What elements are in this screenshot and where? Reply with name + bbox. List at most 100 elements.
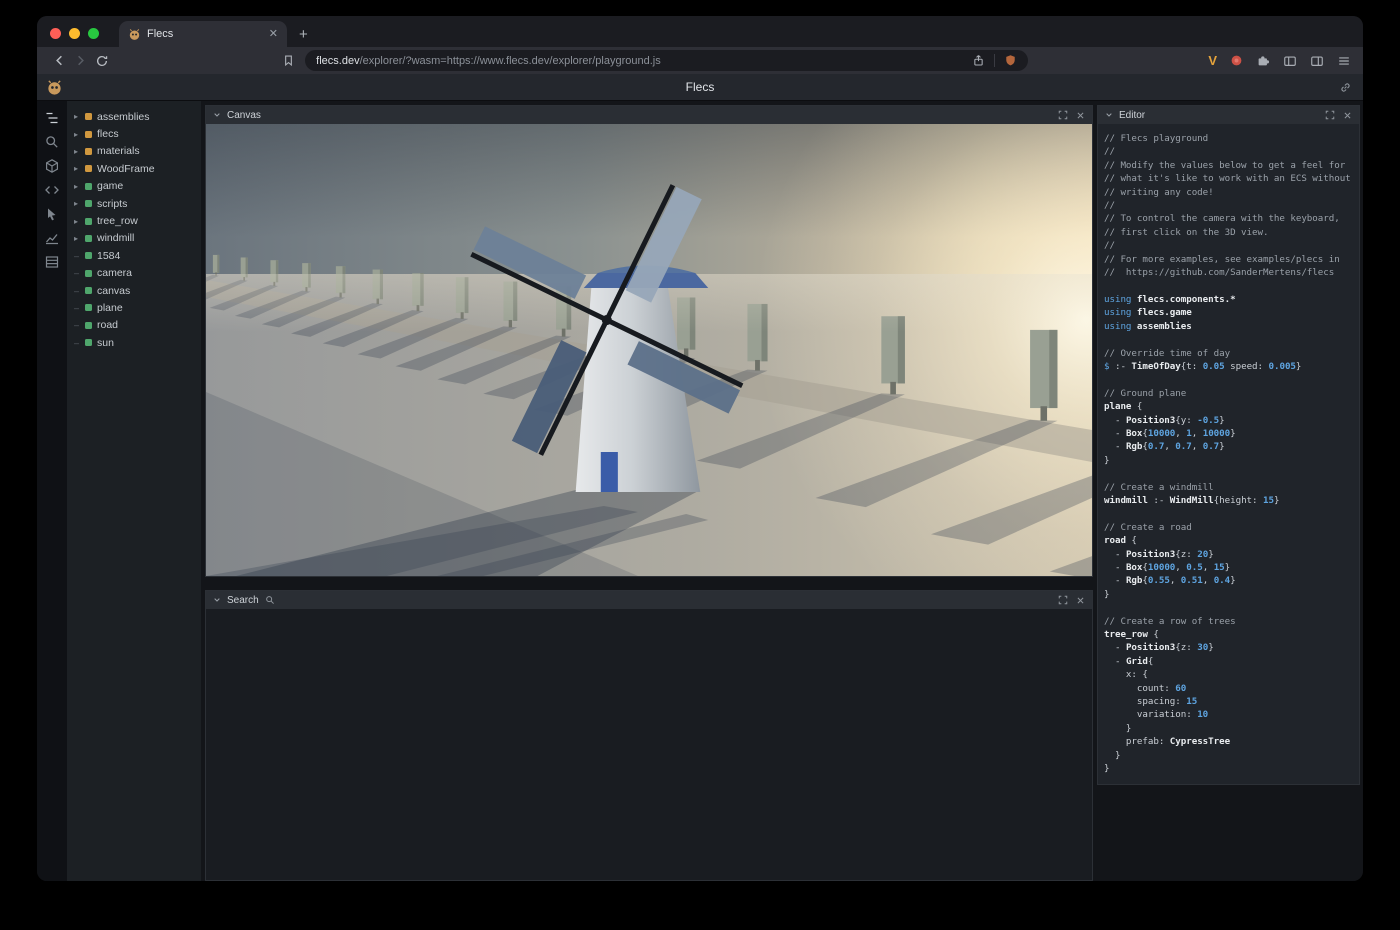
expander-icon[interactable]: ▸ — [74, 182, 85, 191]
code-line — [1104, 373, 1359, 386]
tree-item-WoodFrame[interactable]: ▸ WoodFrame — [67, 160, 201, 177]
search-panel: Search — [205, 590, 1093, 881]
extensions-puzzle-icon[interactable] — [1256, 54, 1270, 68]
profile-icon[interactable] — [1230, 54, 1243, 67]
tree-item-materials[interactable]: ▸materials — [67, 143, 201, 160]
leaf-dash-icon: – — [74, 286, 85, 296]
entity-tree-icon[interactable] — [44, 110, 60, 126]
leaf-dash-icon: – — [74, 303, 85, 313]
code-line: - Box{10000, 0.5, 15} — [1104, 561, 1359, 574]
forward-icon[interactable] — [70, 50, 91, 71]
code-line: count: 60 — [1104, 682, 1359, 695]
entity-square-icon — [85, 131, 92, 138]
browser-tab[interactable]: Flecs ✕ — [119, 21, 287, 47]
bookmark-icon[interactable] — [278, 50, 299, 71]
reload-icon[interactable] — [91, 50, 112, 71]
address-bar[interactable]: flecs.dev/explorer/?wasm=https://www.fle… — [305, 50, 1028, 71]
code-line: $ :- TimeOfDay{t: 0.05 speed: 0.005} — [1104, 360, 1359, 373]
expander-icon[interactable]: ▸ — [74, 112, 85, 121]
code-line: // Create a windmill — [1104, 481, 1359, 494]
chevron-down-icon[interactable] — [213, 596, 221, 604]
pointer-icon[interactable] — [44, 206, 60, 222]
search-panel-header: Search — [206, 591, 1092, 609]
new-tab-button[interactable]: + — [299, 27, 308, 42]
code-icon[interactable] — [44, 182, 60, 198]
expander-icon[interactable]: ▸ — [74, 130, 85, 139]
entity-square-icon — [85, 322, 92, 329]
editor-panel-header: Editor — [1098, 106, 1359, 124]
code-line — [1104, 333, 1359, 346]
close-window-button[interactable] — [50, 28, 61, 39]
tree-item-flecs[interactable]: ▸flecs — [67, 125, 201, 142]
code-line: // Create a row of trees — [1104, 615, 1359, 628]
panel-icon[interactable] — [1310, 54, 1324, 68]
tree-item-game[interactable]: ▸game — [67, 178, 201, 195]
tree-item-label: tree_row — [97, 215, 138, 227]
browser-window: Flecs ✕ + flecs.dev/explorer/?wasm=https… — [37, 16, 1363, 881]
share-link-icon[interactable] — [1339, 81, 1352, 94]
code-line — [1104, 601, 1359, 614]
tree-item-tree_row[interactable]: ▸ tree_row — [67, 212, 201, 229]
tree-item-plane[interactable]: – plane — [67, 299, 201, 316]
leaf-dash-icon: – — [74, 338, 85, 348]
expand-icon[interactable] — [1058, 110, 1068, 120]
code-line: // Flecs playground — [1104, 132, 1359, 145]
chevron-down-icon[interactable] — [1105, 111, 1113, 119]
close-icon[interactable] — [1076, 111, 1085, 120]
code-editor[interactable]: // Flecs playground//// Modify the value… — [1098, 124, 1359, 784]
table-icon[interactable] — [44, 254, 60, 270]
tree-item-assemblies[interactable]: ▸assemblies — [67, 108, 201, 125]
tree-item-label: canvas — [97, 285, 130, 297]
menu-hamburger-icon[interactable] — [1337, 54, 1351, 68]
entity-square-icon — [85, 270, 92, 277]
maximize-window-button[interactable] — [88, 28, 99, 39]
cube-icon[interactable] — [44, 158, 60, 174]
tree-item-windmill[interactable]: ▸ windmill — [67, 230, 201, 247]
code-line: // To control the camera with the keyboa… — [1104, 212, 1359, 225]
entity-square-icon — [85, 304, 92, 311]
back-icon[interactable] — [49, 50, 70, 71]
tree-item-1584[interactable]: –1584 — [67, 247, 201, 264]
code-line: prefab: CypressTree — [1104, 735, 1359, 748]
search-icon[interactable] — [44, 134, 60, 150]
close-icon[interactable] — [1343, 111, 1352, 120]
code-line: - Rgb{0.7, 0.7, 0.7} — [1104, 440, 1359, 453]
tree-item-scripts[interactable]: ▸scripts — [67, 195, 201, 212]
code-line: x: { — [1104, 668, 1359, 681]
entity-tree-list: ▸assemblies▸flecs▸materials▸WoodFrame▸ga… — [67, 108, 201, 351]
tab-title: Flecs — [147, 28, 263, 40]
tree-item-canvas[interactable]: – canvas — [67, 282, 201, 299]
canvas-panel-title: Canvas — [227, 110, 261, 121]
v-badge-icon[interactable]: V — [1208, 53, 1217, 68]
expander-icon[interactable]: ▸ — [74, 199, 85, 208]
minimize-window-button[interactable] — [69, 28, 80, 39]
code-line: using assemblies — [1104, 320, 1359, 333]
close-icon[interactable] — [1076, 596, 1085, 605]
leaf-dash-icon: – — [74, 268, 85, 278]
tree-item-label: 1584 — [97, 250, 120, 262]
tree-item-road[interactable]: –road — [67, 317, 201, 334]
expander-icon[interactable]: ▸ — [74, 217, 85, 226]
chevron-down-icon[interactable] — [213, 111, 221, 119]
3d-canvas[interactable] — [206, 124, 1092, 576]
code-line: } — [1104, 722, 1359, 735]
tree-item-sun[interactable]: –sun — [67, 334, 201, 351]
tree-item-label: plane — [97, 302, 123, 314]
sidebar-icon[interactable] — [1283, 54, 1297, 68]
leaf-dash-icon: – — [74, 320, 85, 330]
expand-icon[interactable] — [1058, 595, 1068, 605]
shield-icon[interactable] — [1004, 54, 1017, 67]
code-line: - Position3{z: 30} — [1104, 641, 1359, 654]
tab-close-icon[interactable]: ✕ — [269, 29, 278, 40]
chart-icon[interactable] — [44, 230, 60, 246]
tree-item-label: windmill — [97, 232, 134, 244]
expander-icon[interactable]: ▸ — [74, 164, 85, 173]
expander-icon[interactable]: ▸ — [74, 147, 85, 156]
code-line: } — [1104, 454, 1359, 467]
tree-item-label: WoodFrame — [97, 163, 155, 175]
tree-item-camera[interactable]: –camera — [67, 265, 201, 282]
expand-icon[interactable] — [1325, 110, 1335, 120]
expander-icon[interactable]: ▸ — [74, 234, 85, 243]
search-results-area[interactable] — [206, 609, 1092, 880]
share-icon[interactable] — [972, 54, 985, 67]
